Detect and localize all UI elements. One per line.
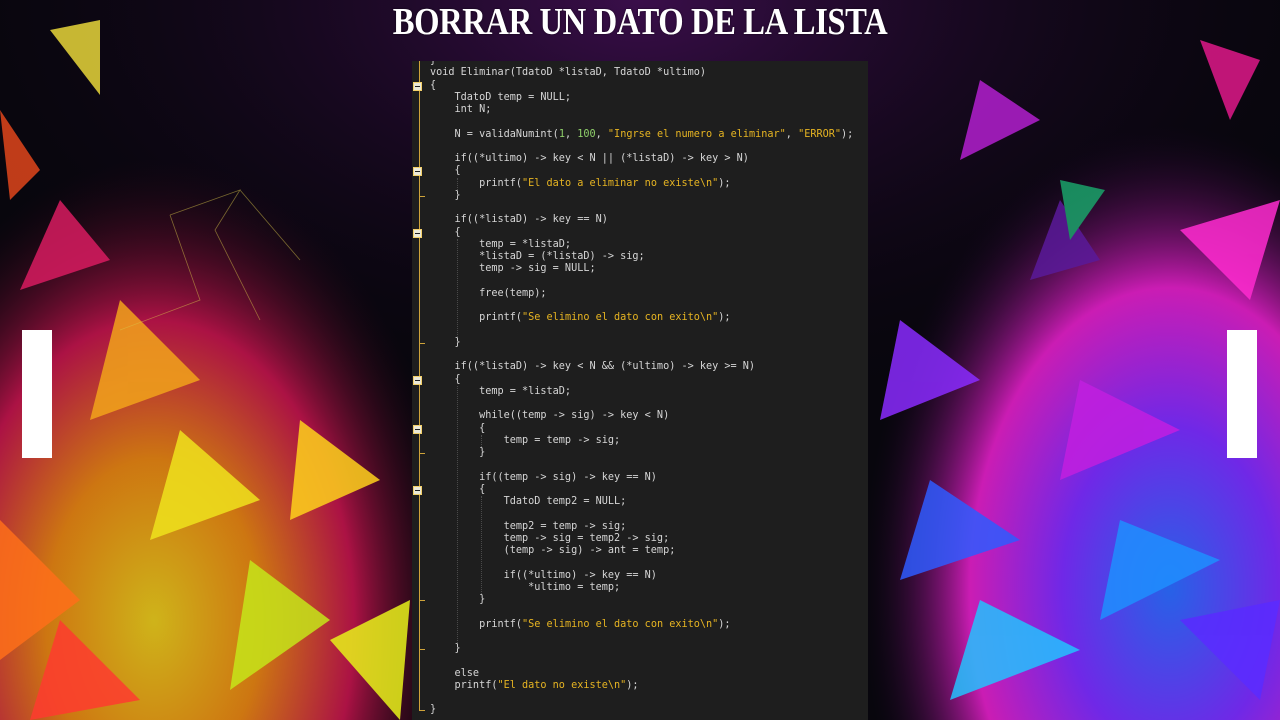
fold-toggle-icon[interactable] xyxy=(413,167,422,177)
code-line: *ultimo = temp; xyxy=(430,581,621,593)
code-line: temp -> sig = NULL; xyxy=(430,263,596,275)
code-line: } xyxy=(430,594,486,605)
fold-end-marker xyxy=(419,600,425,601)
code-line: { xyxy=(430,483,486,495)
code-line: void Eliminar(TdatoD *listaD, TdatoD *ul… xyxy=(430,67,707,79)
code-line: temp2 = temp -> sig; xyxy=(430,520,627,532)
code-line: temp = *listaD; xyxy=(430,238,572,250)
code-line: } xyxy=(430,336,461,348)
code-line: { xyxy=(430,79,437,91)
code-line: } xyxy=(430,704,437,716)
fold-gutter-line xyxy=(419,61,420,711)
fold-toggle-icon[interactable] xyxy=(413,375,422,385)
code-line: printf("Se elimino el dato con exito\n")… xyxy=(430,618,731,630)
fold-toggle-icon[interactable] xyxy=(413,485,422,495)
code-line: if((*listaD) -> key == N) xyxy=(430,214,608,226)
fold-toggle-icon[interactable] xyxy=(413,81,422,91)
code-line: while((temp -> sig) -> key < N) xyxy=(430,410,670,422)
code-line: else xyxy=(430,667,480,679)
fold-end-marker xyxy=(419,649,425,650)
fold-toggle-icon[interactable] xyxy=(413,228,422,238)
fold-end-marker xyxy=(419,710,425,712)
code-line: { xyxy=(430,226,461,238)
code-line: TdatoD temp2 = NULL; xyxy=(430,496,627,507)
fold-end-marker xyxy=(419,195,425,197)
code-line: temp = temp -> sig; xyxy=(430,434,621,446)
fold-end-marker xyxy=(419,342,425,344)
code-line: TdatoD temp = NULL; xyxy=(430,91,572,103)
code-line: } xyxy=(430,189,461,201)
code-listing[interactable]: } void Eliminar(TdatoD *listaD, TdatoD *u… xyxy=(430,61,853,717)
code-line: printf("El dato no existe\n"); xyxy=(430,679,639,691)
code-line: temp -> sig = temp2 -> sig; xyxy=(430,532,670,544)
code-line: *listaD = (*listaD) -> sig; xyxy=(430,251,645,262)
code-line: printf("El dato a eliminar no existe\n")… xyxy=(430,177,731,189)
code-line: if((temp -> sig) -> key == N) xyxy=(430,471,657,483)
code-line: N = validaNumint(1, 100, "Ingrse el nume… xyxy=(430,128,854,140)
code-line: { xyxy=(430,422,486,434)
fold-toggle-icon[interactable] xyxy=(413,424,422,434)
code-line: { xyxy=(430,373,461,385)
code-line: free(temp); xyxy=(430,287,547,299)
code-line: if((*ultimo) -> key == N) xyxy=(430,569,657,581)
slide-title: BORRAR UN DATO DE LA LISTA xyxy=(392,1,888,43)
code-line: printf("Se elimino el dato con exito\n")… xyxy=(430,312,731,324)
code-line: temp = *listaD; xyxy=(430,385,572,397)
code-line: int N; xyxy=(430,104,492,115)
next-slide-button[interactable] xyxy=(1227,330,1257,458)
code-line: } xyxy=(430,447,486,458)
code-line: (temp -> sig) -> ant = temp; xyxy=(430,545,676,556)
code-line: if((*listaD) -> key < N && (*ultimo) -> … xyxy=(430,361,756,373)
code-editor-panel: } void Eliminar(TdatoD *listaD, TdatoD *u… xyxy=(412,61,868,720)
fold-end-marker xyxy=(419,453,425,454)
code-line: { xyxy=(430,165,461,177)
prev-slide-button[interactable] xyxy=(22,330,52,458)
code-line: if((*ultimo) -> key < N || (*listaD) -> … xyxy=(430,153,749,164)
code-line: } xyxy=(430,643,461,654)
